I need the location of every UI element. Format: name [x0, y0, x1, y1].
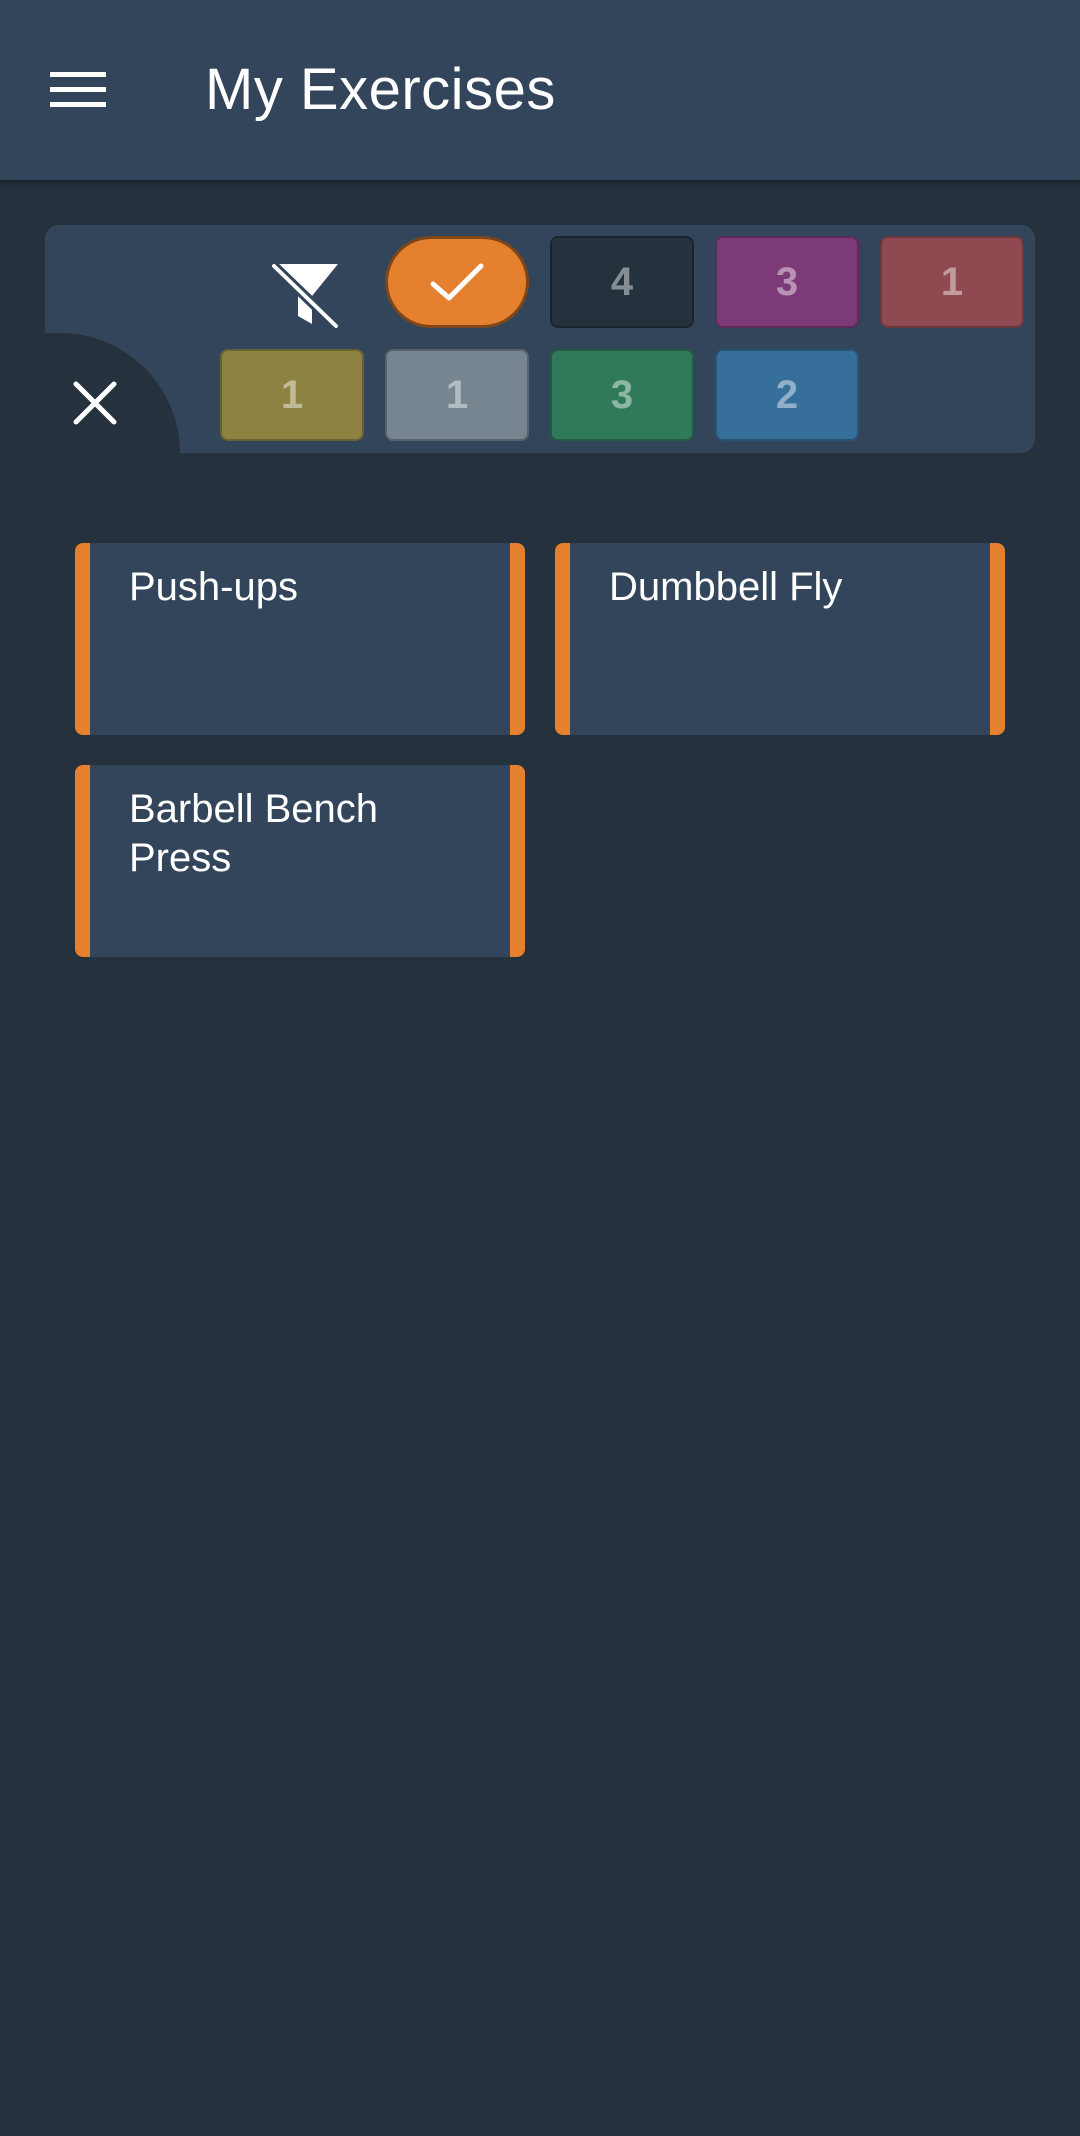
hamburger-menu-icon	[50, 72, 106, 107]
exercise-card[interactable]: Dumbbell Fly	[555, 543, 1005, 735]
app-bar: My Exercises	[0, 0, 1080, 180]
page-title: My Exercises	[205, 57, 556, 122]
color-chip[interactable]: 1	[220, 349, 364, 441]
filter-off-icon	[270, 261, 340, 330]
filter-panel: 4 3 1 1 1 3 2	[45, 225, 1035, 453]
exercise-card[interactable]: Barbell Bench Press	[75, 765, 525, 957]
exercise-card[interactable]: Push-ups	[75, 543, 525, 735]
close-icon	[73, 381, 117, 425]
clear-filter-button[interactable]	[255, 245, 355, 345]
color-chip[interactable]: 1	[385, 349, 529, 441]
menu-button[interactable]	[34, 50, 122, 130]
color-chip[interactable]: 1	[880, 236, 1024, 328]
check-icon	[430, 263, 484, 301]
close-filter-button[interactable]	[45, 333, 180, 453]
exercise-name: Push-ups	[129, 565, 298, 609]
color-chip[interactable]: 3	[550, 349, 694, 441]
color-chip-selected[interactable]	[385, 236, 529, 328]
exercise-name: Dumbbell Fly	[609, 565, 843, 609]
color-chip[interactable]: 2	[715, 349, 859, 441]
color-chip[interactable]: 4	[550, 236, 694, 328]
exercise-name: Barbell Bench Press	[129, 787, 379, 880]
color-chip[interactable]: 3	[715, 236, 859, 328]
